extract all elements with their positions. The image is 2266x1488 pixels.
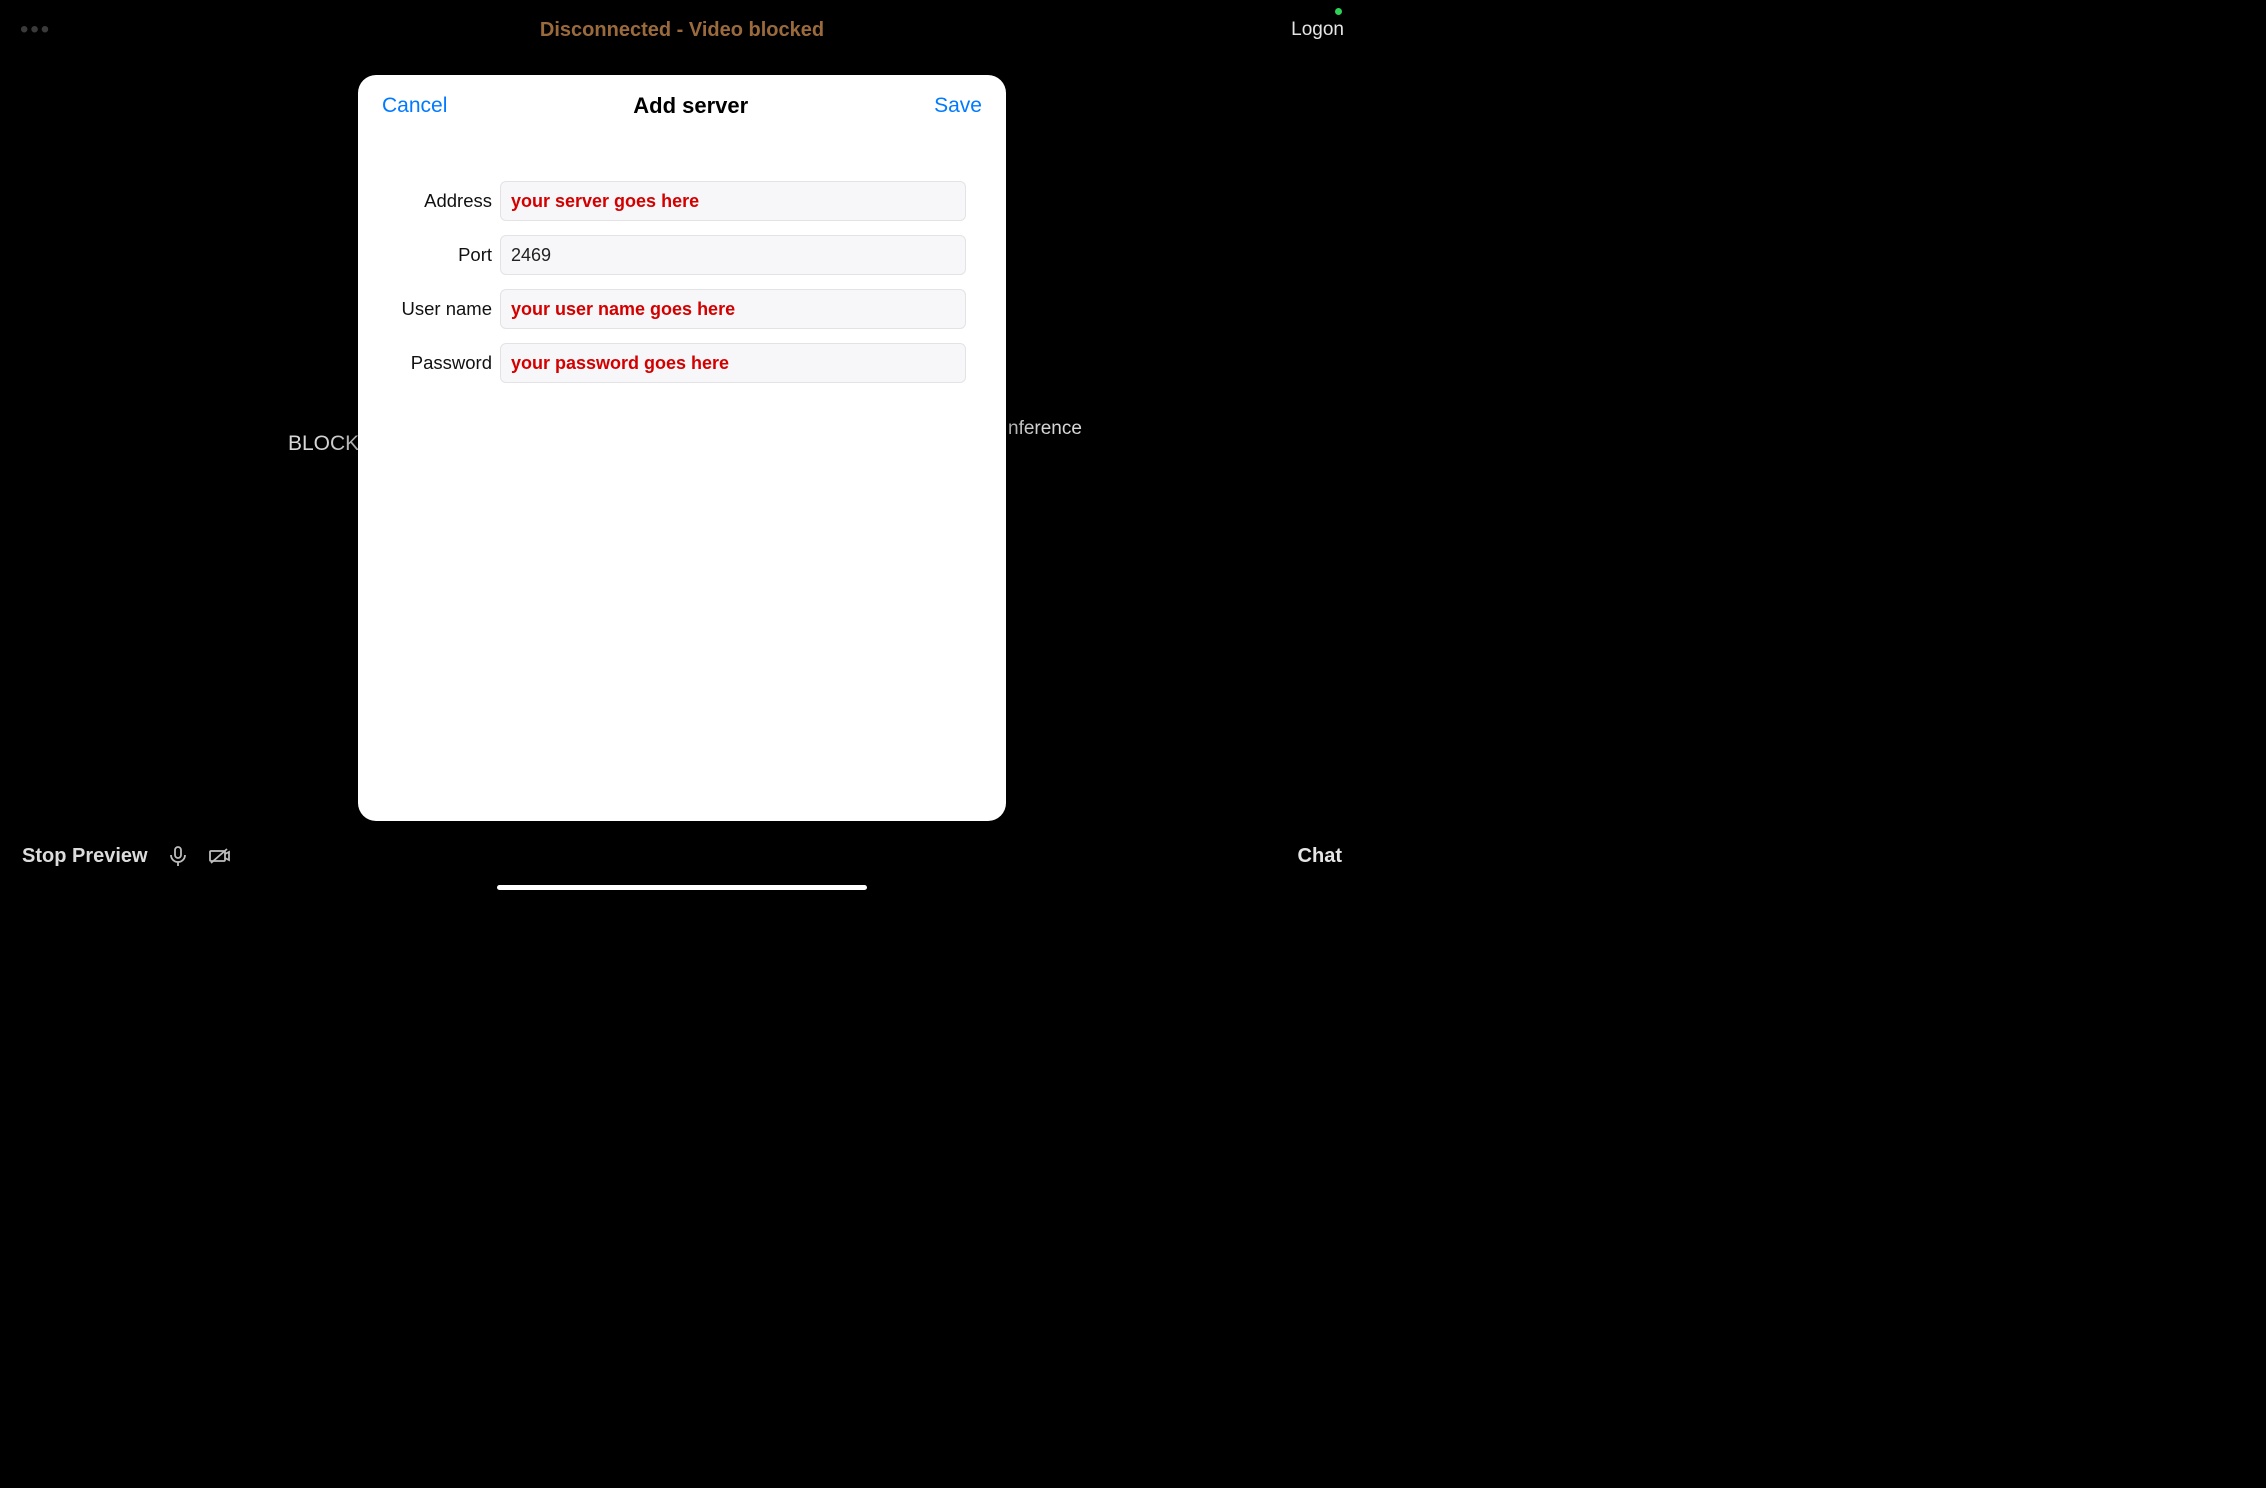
more-icon[interactable]: ••• (20, 18, 51, 42)
password-input[interactable] (500, 343, 966, 383)
logon-button[interactable]: Logon (1291, 19, 1344, 41)
modal-title: Add server (633, 93, 748, 119)
camera-off-icon[interactable] (208, 844, 232, 868)
connection-status-title: Disconnected - Video blocked (540, 19, 824, 42)
password-label: Password (378, 352, 500, 374)
username-row: User name (378, 289, 966, 329)
address-row: Address (378, 181, 966, 221)
top-bar: ••• Disconnected - Video blocked Logon (0, 0, 1364, 60)
password-row: Password (378, 343, 966, 383)
port-label: Port (378, 244, 500, 266)
chat-button[interactable]: Chat (1298, 845, 1342, 868)
username-input[interactable] (500, 289, 966, 329)
username-label: User name (378, 298, 500, 320)
add-server-modal: Cancel Add server Save Address Port User… (358, 75, 1006, 821)
server-form: Address Port User name Password (358, 139, 1006, 383)
stop-preview-button[interactable]: Stop Preview (22, 845, 148, 868)
port-row: Port (378, 235, 966, 275)
background-conference-text: nference (1008, 418, 1082, 440)
modal-header: Cancel Add server Save (358, 75, 1006, 139)
bottom-bar: Stop Preview Chat (0, 844, 1364, 868)
port-input[interactable] (500, 235, 966, 275)
address-input[interactable] (500, 181, 966, 221)
cancel-button[interactable]: Cancel (382, 94, 447, 118)
mic-icon[interactable] (166, 844, 190, 868)
home-indicator[interactable] (497, 885, 867, 890)
save-button[interactable]: Save (934, 94, 982, 118)
address-label: Address (378, 190, 500, 212)
